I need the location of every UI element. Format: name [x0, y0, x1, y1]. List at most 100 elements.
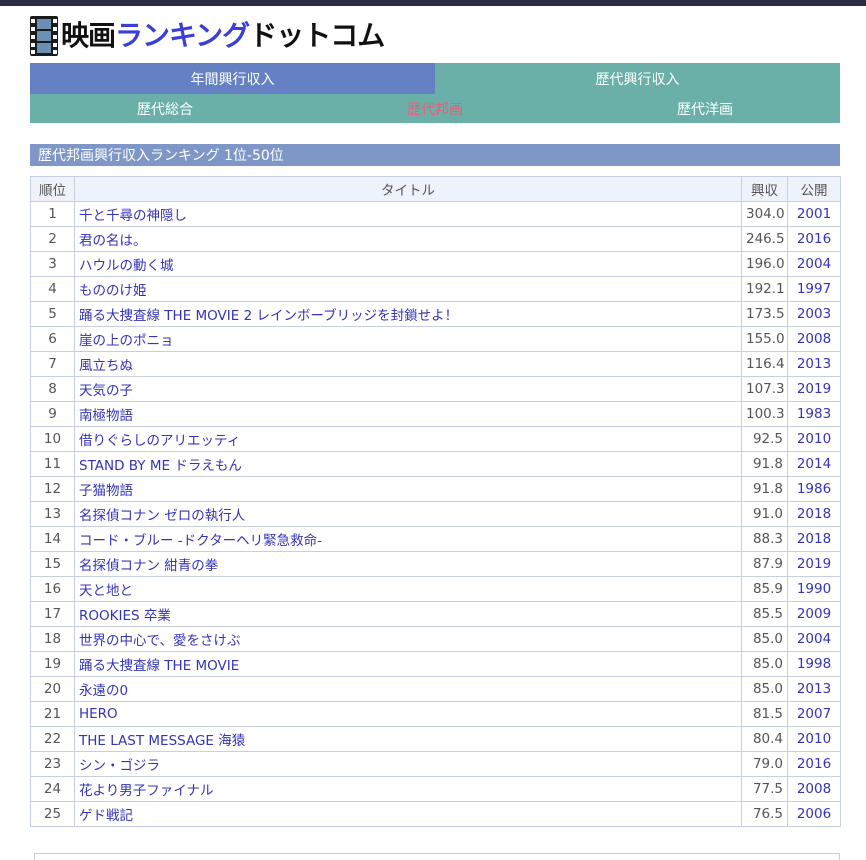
tab-annual-box-office[interactable]: 年間興行収入 — [30, 63, 435, 94]
column-header-title: タイトル — [74, 176, 742, 202]
release-year-link[interactable]: 2004 — [787, 251, 841, 277]
table-row: 16 天と地と 85.9 1990 — [30, 576, 841, 602]
column-header-gross: 興収 — [741, 176, 788, 202]
movie-title-link[interactable]: 踊る大捜査線 THE MOVIE 2 レインボーブリッジを封鎖せよ！ — [74, 301, 742, 327]
table-row: 11 STAND BY ME ドラえもん 91.8 2014 — [30, 451, 841, 477]
movie-title-link[interactable]: 子猫物語 — [74, 476, 742, 502]
movie-title-link[interactable]: 君の名は。 — [74, 226, 742, 252]
primary-tabs: 年間興行収入 歴代興行収入 — [30, 63, 840, 94]
rank-cell: 18 — [30, 626, 75, 652]
rank-cell: 7 — [30, 351, 75, 377]
movie-title-link[interactable]: 千と千尋の神隠し — [74, 201, 742, 227]
gross-cell: 196.0 — [741, 251, 788, 277]
table-row: 20 永遠の0 85.0 2013 — [30, 676, 841, 702]
movie-title-link[interactable]: ハウルの動く城 — [74, 251, 742, 277]
gross-cell: 91.0 — [741, 501, 788, 527]
movie-title-link[interactable]: HERO — [74, 701, 742, 727]
release-year-link[interactable]: 2010 — [787, 726, 841, 752]
logo-text: 映画ランキングドットコム — [61, 19, 385, 52]
movie-title-link[interactable]: 名探偵コナン 紺青の拳 — [74, 551, 742, 577]
movie-title-link[interactable]: もののけ姫 — [74, 276, 742, 302]
movie-title-link[interactable]: ROOKIES 卒業 — [74, 601, 742, 627]
gross-cell: 79.0 — [741, 751, 788, 777]
tab-all-time-japanese[interactable]: 歴代邦画 — [300, 94, 570, 123]
gross-cell: 92.5 — [741, 426, 788, 452]
release-year-link[interactable]: 2016 — [787, 226, 841, 252]
release-year-link[interactable]: 1986 — [787, 476, 841, 502]
release-year-link[interactable]: 2014 — [787, 451, 841, 477]
movie-title-link[interactable]: 崖の上のポニョ — [74, 326, 742, 352]
release-year-link[interactable]: 2001 — [787, 201, 841, 227]
table-row: 14 コード・ブルー -ドクターヘリ緊急救命- 88.3 2018 — [30, 526, 841, 552]
table-row: 1 千と千尋の神隠し 304.0 2001 — [30, 201, 841, 227]
rank-cell: 11 — [30, 451, 75, 477]
release-year-link[interactable]: 2013 — [787, 676, 841, 702]
rank-cell: 24 — [30, 776, 75, 802]
table-row: 22 THE LAST MESSAGE 海猿 80.4 2010 — [30, 726, 841, 752]
movie-title-link[interactable]: STAND BY ME ドラえもん — [74, 451, 742, 477]
movie-title-link[interactable]: THE LAST MESSAGE 海猿 — [74, 726, 742, 752]
site-logo[interactable]: 映画ランキングドットコム — [30, 14, 385, 58]
movie-title-link[interactable]: コード・ブルー -ドクターヘリ緊急救命- — [74, 526, 742, 552]
rank-cell: 23 — [30, 751, 75, 777]
release-year-link[interactable]: 2008 — [787, 776, 841, 802]
logo-text-part3: ドットコム — [249, 19, 385, 52]
release-year-link[interactable]: 2019 — [787, 551, 841, 577]
release-year-link[interactable]: 1990 — [787, 576, 841, 602]
release-year-link[interactable]: 2006 — [787, 801, 841, 827]
section-title: 歴代邦画興行収入ランキング 1位-50位 — [30, 144, 840, 166]
movie-title-link[interactable]: ゲド戦記 — [74, 801, 742, 827]
film-strip-icon — [30, 16, 58, 56]
movie-title-link[interactable]: 踊る大捜査線 THE MOVIE — [74, 651, 742, 677]
ranking-table: 順位 タイトル 興収 公開 1 千と千尋の神隠し 304.0 2001 2 君の名は。 24… — [30, 176, 841, 827]
gross-cell: 85.5 — [741, 601, 788, 627]
table-row: 9 南極物語 100.3 1983 — [30, 401, 841, 427]
release-year-link[interactable]: 2010 — [787, 426, 841, 452]
rank-cell: 1 — [30, 201, 75, 227]
movie-title-link[interactable]: 花より男子ファイナル — [74, 776, 742, 802]
movie-title-link[interactable]: 天気の子 — [74, 376, 742, 402]
movie-title-link[interactable]: 名探偵コナン ゼロの執行人 — [74, 501, 742, 527]
rank-cell: 9 — [30, 401, 75, 427]
release-year-link[interactable]: 1997 — [787, 276, 841, 302]
release-year-link[interactable]: 2007 — [787, 701, 841, 727]
gross-cell: 77.5 — [741, 776, 788, 802]
release-year-link[interactable]: 1983 — [787, 401, 841, 427]
table-row: 10 借りぐらしのアリエッティ 92.5 2010 — [30, 426, 841, 452]
gross-cell: 91.8 — [741, 476, 788, 502]
rank-cell: 20 — [30, 676, 75, 702]
release-year-link[interactable]: 2018 — [787, 526, 841, 552]
table-row: 19 踊る大捜査線 THE MOVIE 85.0 1998 — [30, 651, 841, 677]
movie-title-link[interactable]: 世界の中心で、愛をさけぶ — [74, 626, 742, 652]
release-year-link[interactable]: 2004 — [787, 626, 841, 652]
release-year-link[interactable]: 2003 — [787, 301, 841, 327]
tab-all-time-overall[interactable]: 歴代総合 — [30, 94, 300, 123]
gross-cell: 155.0 — [741, 326, 788, 352]
release-year-link[interactable]: 2008 — [787, 326, 841, 352]
release-year-link[interactable]: 2018 — [787, 501, 841, 527]
tab-all-time-box-office[interactable]: 歴代興行収入 — [435, 63, 840, 94]
release-year-link[interactable]: 2013 — [787, 351, 841, 377]
movie-title-link[interactable]: 永遠の0 — [74, 676, 742, 702]
movie-title-link[interactable]: 南極物語 — [74, 401, 742, 427]
gross-cell: 80.4 — [741, 726, 788, 752]
tab-all-time-foreign[interactable]: 歴代洋画 — [570, 94, 840, 123]
rank-cell: 13 — [30, 501, 75, 527]
logo-text-part2: ランキング — [115, 19, 250, 52]
release-year-link[interactable]: 2016 — [787, 751, 841, 777]
rank-cell: 5 — [30, 301, 75, 327]
movie-title-link[interactable]: 借りぐらしのアリエッティ — [74, 426, 742, 452]
gross-cell: 107.3 — [741, 376, 788, 402]
table-row: 23 シン・ゴジラ 79.0 2016 — [30, 751, 841, 777]
release-year-link[interactable]: 2009 — [787, 601, 841, 627]
table-row: 5 踊る大捜査線 THE MOVIE 2 レインボーブリッジを封鎖せよ！ 173.5… — [30, 301, 841, 327]
movie-title-link[interactable]: 風立ちぬ — [74, 351, 742, 377]
table-row: 15 名探偵コナン 紺青の拳 87.9 2019 — [30, 551, 841, 577]
movie-title-link[interactable]: 天と地と — [74, 576, 742, 602]
next-row-edge — [34, 853, 840, 860]
table-row: 2 君の名は。 246.5 2016 — [30, 226, 841, 252]
release-year-link[interactable]: 2019 — [787, 376, 841, 402]
movie-title-link[interactable]: シン・ゴジラ — [74, 751, 742, 777]
rank-cell: 8 — [30, 376, 75, 402]
release-year-link[interactable]: 1998 — [787, 651, 841, 677]
